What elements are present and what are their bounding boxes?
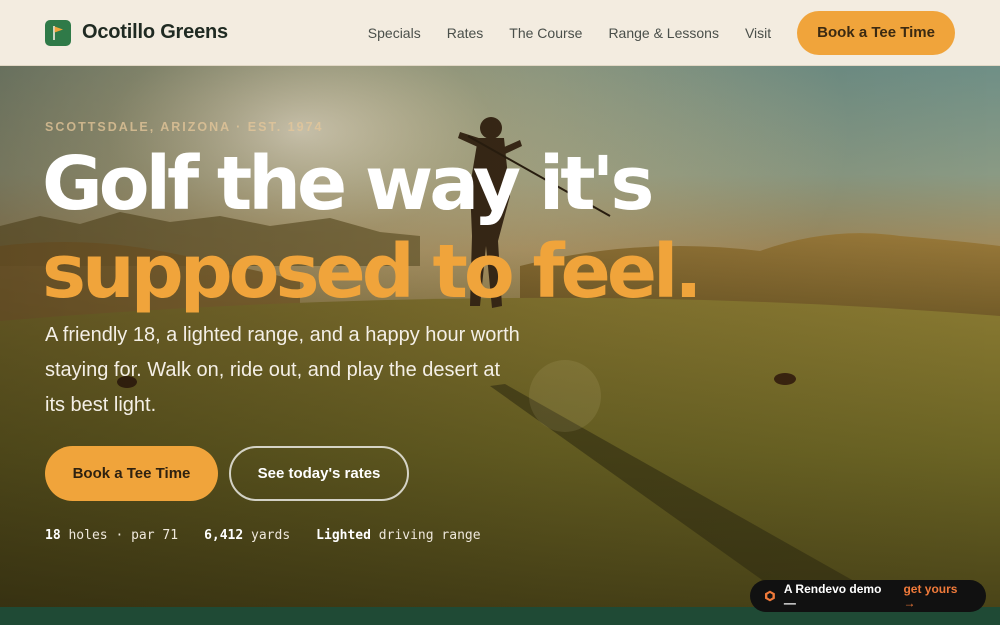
nav-link-visit[interactable]: Visit: [745, 25, 771, 41]
headline-line-1: Golf the way it's: [42, 141, 654, 227]
fact-holes: 18 holes · par 71: [45, 528, 179, 543]
top-nav: Ocotillo Greens Specials Rates The Cours…: [0, 0, 1000, 66]
fact-yards: 6,412 yards: [204, 528, 291, 543]
nav-link-the-course[interactable]: The Course: [509, 25, 582, 41]
hero-headline: Golf the way it's supposed to feel.: [42, 140, 702, 316]
hero: SCOTTSDALE, ARIZONA · EST. 1974 Golf the…: [0, 66, 1000, 607]
fact-range: Lighted driving range: [316, 528, 481, 543]
golf-flag-icon: [45, 19, 71, 46]
nav-links: Specials Rates The Course Range & Lesson…: [368, 25, 771, 41]
hero-eyebrow: SCOTTSDALE, ARIZONA · EST. 1974: [45, 120, 324, 134]
course-facts: 18 holes · par 71 6,412 yards Lighted dr…: [45, 528, 481, 543]
rendevo-demo-badge[interactable]: A Rendevo demo — get yours →: [750, 580, 986, 612]
nav-book-tee-time-button[interactable]: Book a Tee Time: [797, 10, 955, 55]
brand[interactable]: Ocotillo Greens: [45, 19, 228, 46]
rendevo-hex-icon: [764, 590, 775, 602]
book-tee-time-button[interactable]: Book a Tee Time: [45, 446, 218, 501]
nav-link-rates[interactable]: Rates: [447, 25, 484, 41]
badge-get-yours-link[interactable]: get yours →: [903, 582, 972, 610]
headline-line-2: supposed to feel.: [42, 229, 702, 315]
nav-link-specials[interactable]: Specials: [368, 25, 421, 41]
see-rates-button[interactable]: See today's rates: [229, 446, 409, 501]
brand-name: Ocotillo Greens: [82, 21, 228, 43]
badge-text: A Rendevo demo —: [783, 582, 882, 610]
nav-link-range-lessons[interactable]: Range & Lessons: [608, 25, 719, 41]
hero-subtext: A friendly 18, a lighted range, and a ha…: [45, 324, 520, 416]
